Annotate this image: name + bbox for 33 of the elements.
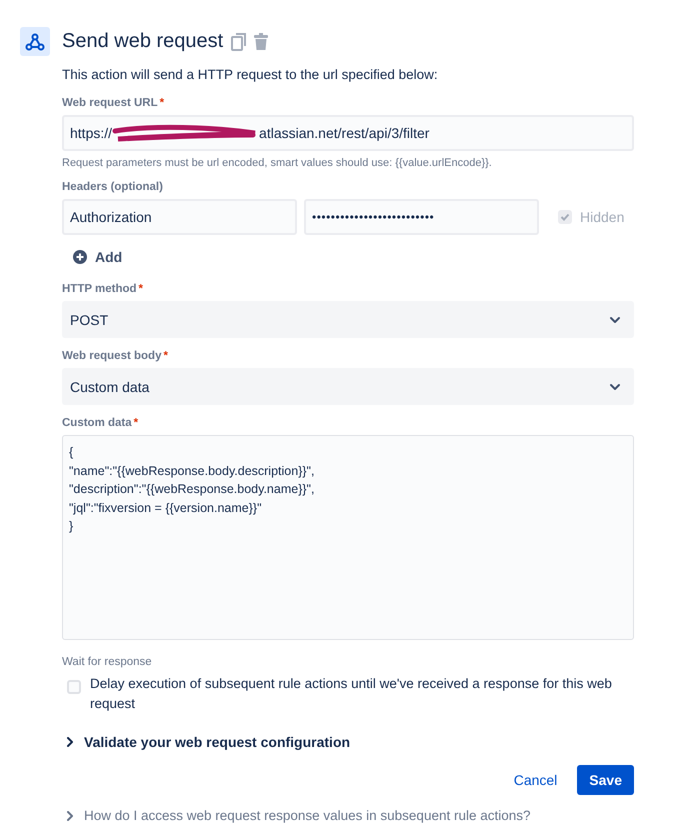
field-label: Web request URL * <box>62 96 166 111</box>
cancel-button[interactable]: Cancel <box>502 765 570 795</box>
chevron-right-icon <box>66 810 76 820</box>
chevron-right-icon <box>66 737 76 747</box>
copy-icon[interactable] <box>231 32 248 50</box>
required-mark: * <box>134 417 138 429</box>
field-label: Web request body * <box>62 349 169 364</box>
webhook-icon <box>20 27 50 56</box>
trash-icon[interactable] <box>253 32 270 50</box>
plus-icon <box>73 250 87 264</box>
method-select[interactable]: POST <box>62 301 634 338</box>
field-label: Custom data * <box>62 416 140 431</box>
required-mark: * <box>163 350 168 362</box>
description-text: This action will send a HTTP request to the url specified below: <box>62 66 439 84</box>
checkbox-label: Hidden <box>580 209 624 225</box>
field-label: HTTP method * <box>62 282 144 297</box>
add-button[interactable]: Add <box>73 249 122 265</box>
save-button[interactable]: Save <box>577 765 634 795</box>
required-mark: * <box>138 283 144 295</box>
checkbox[interactable] <box>67 680 81 694</box>
url-field[interactable]: https:// atlassian.net/rest/api/3/filter <box>62 115 634 151</box>
body-select[interactable]: Custom data <box>62 368 634 405</box>
field-label: Headers (optional) <box>62 180 164 195</box>
checkbox-label: Delay execution of subsequent rule actions until we've received a response for this web request <box>90 675 613 713</box>
help-text: Request parameters must be url encoded, smart values should use: {{value.urlEncode}}. <box>62 157 493 169</box>
expander-toggle[interactable]: Validate your web request configuration <box>66 734 350 750</box>
required-mark: * <box>160 97 164 109</box>
expander-toggle[interactable]: How do I access web request response values in subsequent rule actions? <box>66 808 531 823</box>
header-name-field[interactable]: Authorization <box>62 199 297 235</box>
header-value-field[interactable]: •••••••••••••••••••••••••• <box>304 199 539 235</box>
field-label: Wait for response <box>62 655 153 670</box>
page-title: Send web request <box>62 30 224 53</box>
code-text-area[interactable]: { "name":"{{webResponse.body.description}}", "description":"{{webResponse.body.name}}", "jql":"fixversion = {{version.name}}" } <box>62 435 634 640</box>
